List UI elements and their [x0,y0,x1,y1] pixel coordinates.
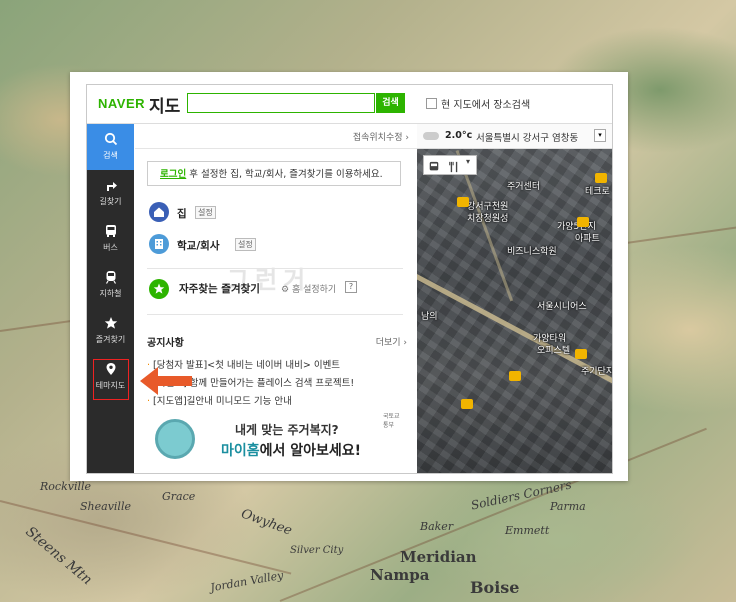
nav-item-subway[interactable]: 지하철 [87,262,134,308]
help-button[interactable]: ? [345,281,357,293]
panel-top-bar: 접속위치수정 › [135,124,417,149]
map-label: 오피스텔 [537,346,571,356]
cloud-icon [423,132,439,140]
search-icon [87,131,134,147]
home-icon [149,202,169,222]
map-label: 서울시니어스 [537,302,587,312]
nav-item-bus[interactable]: 버스 [87,216,134,262]
temperature: 2.0°c [445,130,473,141]
favorite-home[interactable]: 집 설정 [149,202,349,224]
location-name: 서울특별시 강서구 염창동 [476,133,579,144]
nav-item-search[interactable]: 검색 [87,124,134,170]
bg-label: Baker [420,520,454,533]
search-input[interactable] [187,93,375,113]
work-set-badge[interactable]: 설정 [235,238,256,251]
nav-item-favorites[interactable]: 즐겨찾기 [87,308,134,354]
divider [147,268,403,269]
login-text: 후 설정한 집, 학교/회사, 즐겨찾기를 이용하세요. [186,169,383,180]
poi-icon[interactable] [461,399,473,409]
nav-label: 즐겨찾기 [95,335,126,344]
map-label: 주기단지 [581,367,612,377]
map-label: 주거센터 [507,182,541,192]
home-setting-link[interactable]: ⚙ 홈 설정하기 [281,282,336,295]
nav-label: 버스 [103,243,118,252]
ad-banner[interactable]: 국토교통부 내게 맞는 주거복지? 마이홈에서 알아보세요! [147,413,413,473]
area-search-label: 현 지도에서 장소검색 [441,100,531,111]
poi-icon[interactable] [577,217,589,227]
location-edit-link[interactable]: 접속위치수정 › [353,130,409,143]
work-label: 학교/회사 [177,240,220,252]
subway-icon [87,269,134,285]
poi-icon[interactable] [509,371,521,381]
poi-icon[interactable] [595,173,607,183]
layer-dropdown-icon[interactable]: ▾ [466,157,470,166]
divider [147,314,403,315]
map-label: 치장청원성 [467,214,509,224]
directions-icon [87,177,134,193]
nav-label: 지하철 [99,289,122,298]
bg-label: Nampa [370,566,430,584]
map-label: 비즈니스학원 [507,247,557,257]
favorites-title[interactable]: 자주찾는 즐겨찾기 [179,281,260,296]
map-label: 테크로 [585,187,610,197]
restaurant-layer-icon[interactable] [448,158,460,177]
bus-icon [87,223,134,239]
sidebar-nav: 검색 길찾기 버스 지하철 즐겨찾기 테마지도 [87,124,134,473]
home-label: 집 [177,208,187,220]
ad-subline: 마이홈에서 알아보세요! [221,443,362,459]
bg-label: Emmett [505,524,550,537]
notice-title: 공지사항 [147,338,184,349]
search-button[interactable]: 검색 [376,93,405,113]
bg-label: Silver City [290,545,344,556]
building-icon [149,234,169,254]
ad-house-icon [155,419,195,459]
bg-label: Grace [162,490,196,503]
login-link[interactable]: 로그인 [160,169,186,180]
area-search-checkbox[interactable] [426,98,437,109]
notice-item[interactable]: · [지도앱]길안내 미니모드 기능 안내 [147,393,292,407]
map-label: 아파트 [575,234,600,244]
bg-label: Meridian [400,548,477,566]
poi-icon[interactable] [457,197,469,207]
bg-label: Boise [470,578,520,597]
bus-layer-icon[interactable] [428,158,440,177]
nav-label: 길찾기 [99,197,122,206]
search-panel: 접속위치수정 › 그런거 로그인 후 설정한 집, 학교/회사, 즐겨찾기를 이… [135,124,417,473]
map-tools: ▾ [423,155,477,175]
favorite-work[interactable]: 학교/회사 설정 [149,234,349,256]
notice-more-link[interactable]: 더보기 › [376,335,407,348]
pointer-arrow-icon [140,367,192,395]
home-set-badge[interactable]: 설정 [195,206,216,219]
map-title: 지도 [149,97,181,117]
naver-logo[interactable]: NAVER [98,96,145,111]
login-prompt: 로그인 후 설정한 집, 학교/회사, 즐겨찾기를 이용하세요. [147,161,401,186]
bg-label: Sheaville [80,500,131,513]
star-icon [87,315,134,331]
favorites-star-icon [149,279,169,299]
poi-icon[interactable] [575,349,587,359]
gov-logo: 국토교통부 [383,413,400,429]
weather-bar: 2.0°c 서울특별시 강서구 염창동 ▾ [417,124,612,149]
nav-item-directions[interactable]: 길찾기 [87,170,134,216]
satellite-map[interactable]: ▾ 강서구천원 치장청원성 비즈니스학원 가양5단지 아파트 서울시니어스 가양… [417,149,612,473]
ad-headline: 내게 맞는 주거복지? [235,423,339,437]
nav-label: 검색 [103,151,118,160]
naver-map-window: NAVER 지도 검색 현 지도에서 장소검색 검색 길찾기 버스 지하철 즐겨… [86,84,613,474]
location-dropdown-button[interactable]: ▾ [594,129,606,142]
bg-label: Rockville [40,480,92,493]
highlight-box [93,359,129,400]
bg-label: Parma [550,500,586,513]
map-label: 남의 [421,312,438,322]
header: NAVER 지도 검색 현 지도에서 장소검색 [87,85,612,124]
